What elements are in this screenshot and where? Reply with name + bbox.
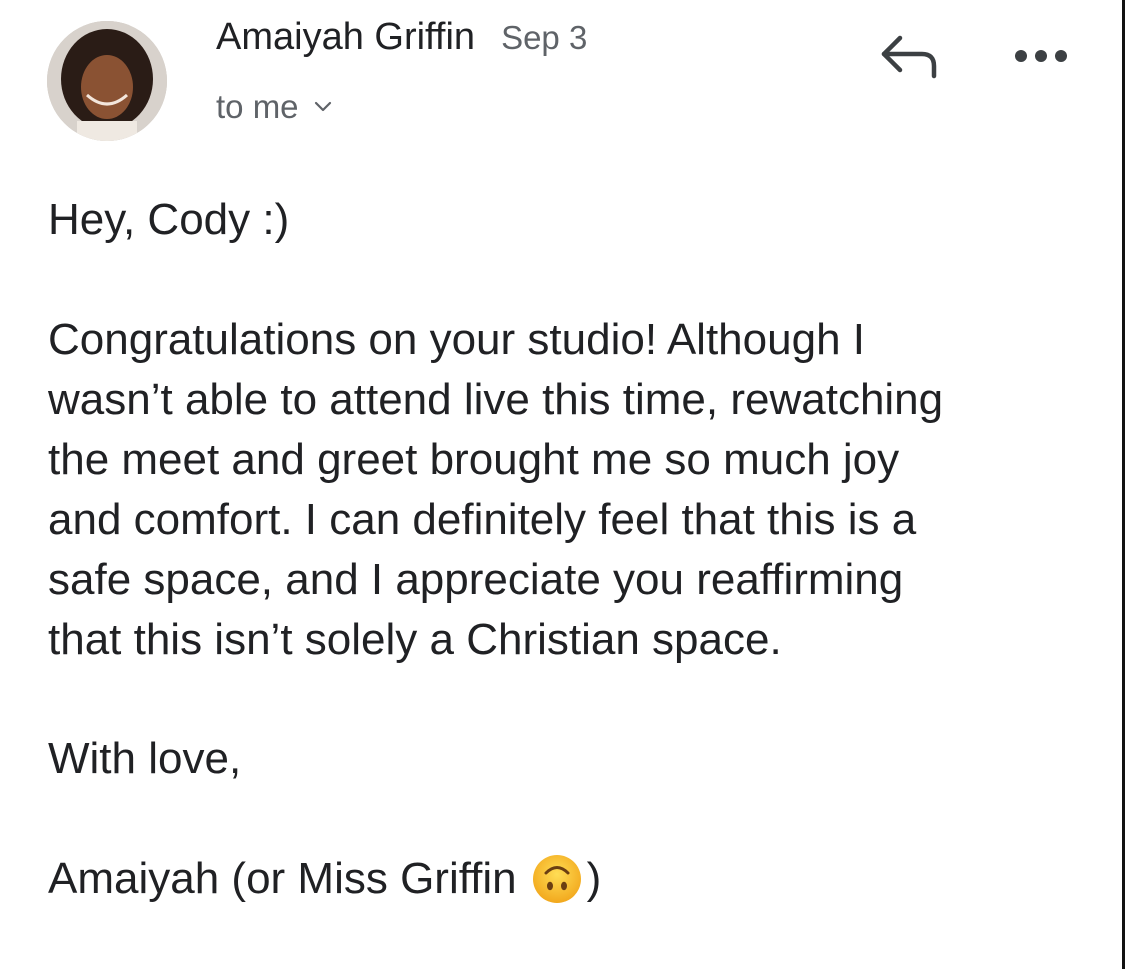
message-header: Amaiyah Griffin Sep 3 to me	[0, 0, 1122, 160]
recipient-label: to me	[216, 88, 299, 125]
reply-button[interactable]	[872, 26, 944, 86]
sender-avatar[interactable]	[47, 21, 167, 141]
paragraph-line: and comfort. I can definitely feel that …	[48, 495, 917, 544]
sender-name[interactable]: Amaiyah Griffin	[216, 16, 475, 59]
sent-date: Sep 3	[501, 19, 588, 56]
signature-closing-paren: )	[586, 854, 602, 903]
signature-text: Amaiyah (or Miss Griffin	[48, 854, 517, 903]
reply-icon	[881, 35, 937, 79]
more-options-button[interactable]	[1006, 34, 1076, 78]
greeting-line: Hey, Cody :)	[48, 195, 290, 244]
signature-line: Amaiyah (or Miss Griffin )	[48, 849, 601, 909]
paragraph-line: Congratulations on your studio! Although…	[48, 315, 865, 364]
more-options-icon	[1015, 50, 1067, 62]
avatar-photo	[47, 21, 167, 141]
paragraph-line: that this isn’t solely a Christian space…	[48, 615, 782, 664]
paragraph-line: wasn’t able to attend live this time, re…	[48, 375, 944, 424]
chevron-down-icon	[313, 100, 333, 114]
paragraph-line: safe space, and I appreciate you reaffir…	[48, 555, 904, 604]
sender-line: Amaiyah Griffin Sep 3	[216, 16, 587, 59]
paragraph-line: the meet and greet brought me so much jo…	[48, 435, 900, 484]
closing-line: With love,	[48, 734, 242, 783]
recipient-details-toggle[interactable]: to me	[216, 88, 333, 126]
upside-down-face-emoji-icon	[531, 853, 583, 905]
message-paragraph: Congratulations on your studio! Although…	[48, 310, 943, 670]
